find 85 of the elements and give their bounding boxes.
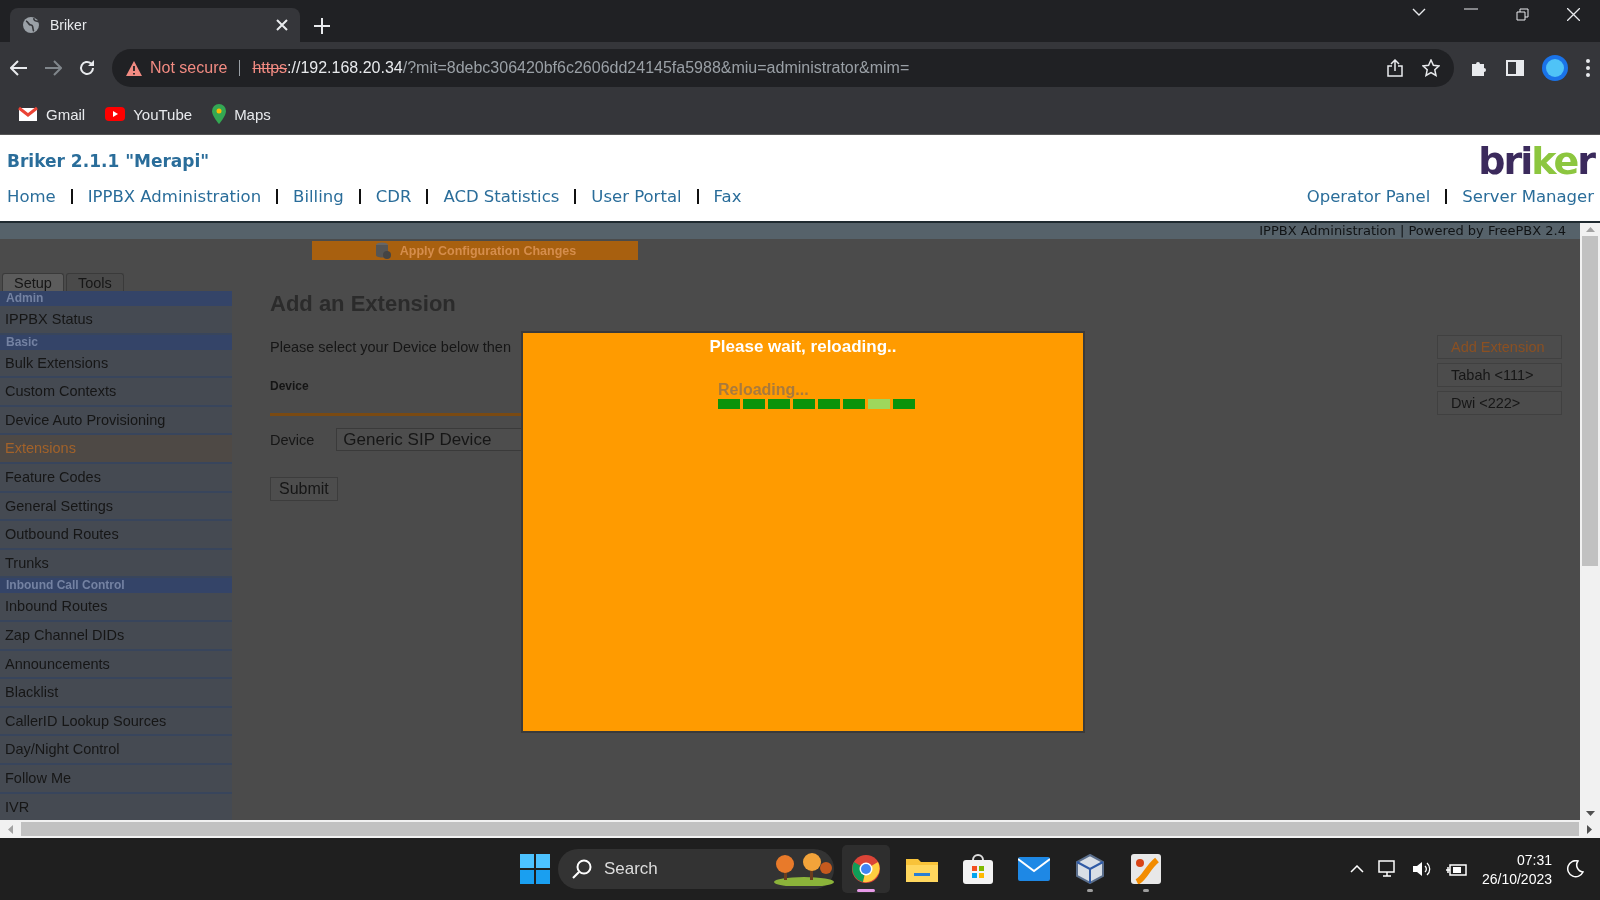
play-icon[interactable] [105, 107, 126, 121]
search-field[interactable]: Search [557, 849, 834, 889]
close-icon[interactable] [1567, 7, 1580, 21]
logo: briker [1478, 142, 1594, 180]
bookmark[interactable]: YouTube [105, 105, 193, 123]
search-icon [571, 859, 592, 879]
submit-button[interactable]: Submit [270, 477, 338, 501]
map-pin-icon[interactable] [212, 104, 227, 124]
scroll-down-icon [1585, 811, 1595, 816]
side-panel-icon[interactable] [1506, 60, 1524, 76]
database-gear-icon [373, 241, 392, 260]
sidebar-item[interactable]: Follow Me [0, 764, 232, 794]
mail-icon[interactable] [18, 106, 38, 122]
app-title: Briker 2.1.1 "Merapi" [7, 151, 210, 171]
share-icon[interactable] [1386, 59, 1404, 77]
close-icon[interactable] [276, 19, 288, 31]
sidebar-item[interactable]: Blacklist [0, 679, 232, 708]
sidebar-item[interactable]: Custom Contexts [0, 378, 232, 407]
scroll-up-icon [1585, 227, 1595, 232]
sidebar-item[interactable]: Device Auto Provisioning [0, 406, 232, 436]
profile-avatar-icon[interactable] [1542, 55, 1568, 81]
nav-link[interactable]: ACD Statistics [443, 187, 560, 206]
taskbar-app[interactable] [841, 845, 890, 893]
cube-icon [1075, 854, 1104, 884]
address-bar[interactable]: Not secure https://192.168.20.34/?mit=8debc306420bf6c2606dd24145fa5988&miu=administrator&mim= [112, 49, 1454, 87]
browser-tab[interactable]: Briker [10, 8, 300, 42]
sidebar-item[interactable]: Feature Codes [0, 463, 232, 493]
moon-icon[interactable] [1566, 860, 1584, 878]
envelope-icon [1017, 857, 1050, 881]
nav-link[interactable]: User Portal [591, 187, 682, 206]
sidebar-item[interactable]: General Settings [0, 492, 232, 522]
shopping-bag-icon [962, 854, 993, 884]
status-text: Reloading... [718, 381, 810, 399]
battery-icon[interactable] [1445, 861, 1468, 877]
minimize-icon[interactable] [1464, 7, 1478, 10]
sidebar-item[interactable]: Zap Channel DIDs [0, 621, 232, 651]
reload-icon[interactable] [78, 59, 96, 77]
tab[interactable]: Setup [2, 273, 64, 291]
nav-link[interactable]: Billing [293, 187, 344, 206]
globe-icon [22, 16, 40, 34]
sidebar-item[interactable]: Outbound Routes [0, 521, 232, 550]
chrome-icon [850, 854, 881, 884]
sidebar-item[interactable]: Bulk Extensions [0, 349, 232, 379]
sidebar-item[interactable]: Announcements [0, 650, 232, 680]
folder-icon [905, 856, 938, 882]
nav-link[interactable]: IPPBX Administration [87, 187, 262, 206]
sidebar-item[interactable]: Trunks [0, 549, 232, 579]
warning-icon [126, 60, 142, 76]
monitor-icon[interactable] [1377, 860, 1398, 878]
sidebar-item[interactable]: IVR [0, 793, 232, 820]
chevron-up-icon[interactable] [1349, 865, 1364, 873]
dialog-title: Please wait, reloading.. [708, 337, 898, 357]
sidebar-item[interactable]: Extensions [0, 435, 232, 464]
scroll-right-icon [1587, 824, 1592, 834]
sidebar-item[interactable]: Day/Night Control [0, 736, 232, 765]
sidebar-item[interactable]: IPPBX Status [0, 306, 232, 335]
horizontal-scrollbar[interactable] [8, 822, 1592, 836]
section-header: Inbound Call Control [0, 578, 232, 594]
nav-link[interactable]: Home [7, 187, 56, 206]
speaker-icon[interactable] [1411, 861, 1432, 877]
new-tab-icon[interactable] [314, 18, 330, 34]
nav-link[interactable]: Server Manager [1462, 187, 1594, 206]
sidebar-item[interactable]: Inbound Routes [0, 593, 232, 622]
windows-icon[interactable] [519, 854, 550, 884]
powered-by-text: IPPBX Administration | Powered by FreePBX 2.4 [0, 223, 1580, 239]
chevron-down-icon[interactable] [1412, 7, 1426, 16]
tab-title: Briker [50, 17, 88, 33]
nav-link[interactable]: CDR [375, 187, 412, 206]
puzzle-icon[interactable] [1470, 59, 1488, 77]
back-icon[interactable] [10, 60, 28, 76]
scroll-left-icon [8, 824, 13, 834]
sidebar-item[interactable]: CallerID Lookup Sources [0, 707, 232, 737]
clock[interactable]: 07:31 26/10/2023 [1481, 851, 1552, 887]
more-icon[interactable] [1586, 59, 1590, 77]
vertical-scrollbar[interactable] [1580, 223, 1600, 820]
nav-link[interactable]: Operator Panel [1306, 187, 1431, 206]
extension-link[interactable]: Add Extension [1437, 335, 1562, 359]
bookmark[interactable]: Gmail [18, 105, 86, 123]
nav-link[interactable]: Fax [713, 187, 742, 206]
apply-changes-button[interactable]: Apply Configuration Changes [312, 241, 638, 260]
bookmark[interactable]: Maps [212, 104, 271, 124]
section-header: Admin [0, 291, 232, 306]
restore-icon[interactable] [1516, 7, 1529, 21]
star-icon[interactable] [1422, 59, 1440, 77]
forward-icon[interactable] [44, 60, 62, 76]
